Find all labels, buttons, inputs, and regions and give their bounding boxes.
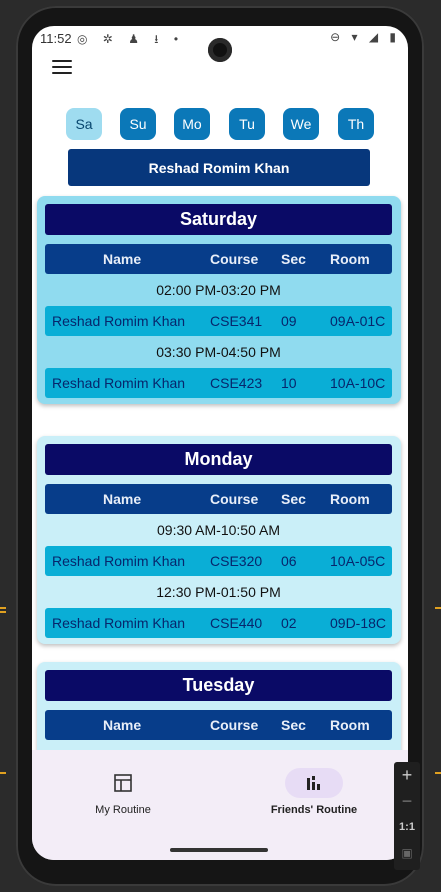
menu-icon[interactable] [52,60,72,76]
column-name: Name [103,491,142,507]
row-sec: 10 [281,375,297,391]
row-sec: 02 [281,615,297,631]
row-room: 09A-01C [330,313,386,329]
column-room: Room [330,717,370,733]
side-marker [0,607,6,609]
row-course: CSE341 [210,313,263,329]
bottom-navigation: My Routine Friends' Routine [32,750,408,860]
class-row[interactable]: Reshad Romim Khan CSE423 10 10A-10C [45,368,392,398]
day-title: Monday [45,444,392,475]
side-marker [435,607,441,609]
column-name: Name [103,251,142,267]
row-name: Reshad Romim Khan [52,615,186,631]
day-chip-we[interactable]: We [283,108,319,140]
zoom-in-icon[interactable]: + [394,762,420,788]
ratio-button[interactable]: 1:1 [394,814,420,840]
side-marker [0,772,6,774]
row-name: Reshad Romim Khan [52,313,186,329]
column-sec: Sec [281,251,306,267]
zoom-out-icon[interactable]: − [394,788,420,814]
gesture-bar[interactable] [170,848,268,852]
column-sec: Sec [281,717,306,733]
time-slot: 02:00 PM-03:20 PM [156,282,281,298]
time-slot: 03:30 PM-04:50 PM [156,344,281,360]
day-card-monday: Monday Name Course Sec Room 09:30 AM-10:… [37,436,401,644]
row-sec: 06 [281,553,297,569]
day-chip-th[interactable]: Th [338,108,374,140]
column-header: Name Course Sec Room [45,484,392,514]
row-name: Reshad Romim Khan [52,553,186,569]
class-row[interactable]: Reshad Romim Khan CSE440 02 09D-18C [45,608,392,638]
class-row[interactable]: Reshad Romim Khan CSE320 06 10A-05C [45,546,392,576]
nav-label: My Routine [95,804,151,816]
row-course: CSE320 [210,553,263,569]
row-sec: 09 [281,313,297,329]
row-name: Reshad Romim Khan [52,375,186,391]
row-course: CSE423 [210,375,263,391]
emulator-toolbar: + − 1:1 ▣ [394,762,420,870]
row-room: 10A-10C [330,375,386,391]
app-screen: 11:52 ◎ ✲ ♟ ⭳ • ⊖ ▾ ◢ ▮ Sa Su Mo Tu We T… [32,26,408,860]
side-marker [0,611,6,613]
day-title: Saturday [45,204,392,235]
nav-label: Friends' Routine [270,804,358,816]
day-card-saturday: Saturday Name Course Sec Room 02:00 PM-0… [37,196,401,404]
routine-list[interactable]: Saturday Name Course Sec Room 02:00 PM-0… [32,194,408,750]
row-room: 10A-05C [330,553,386,569]
friend-name-button[interactable]: Reshad Romim Khan [68,149,370,186]
camera-icon [208,38,232,62]
column-course: Course [210,251,259,267]
day-title: Tuesday [45,670,392,701]
screenshot-icon[interactable]: ▣ [394,840,420,866]
day-card-tuesday: Tuesday Name Course Sec Room [37,662,401,750]
column-course: Course [210,491,259,507]
column-name: Name [103,717,142,733]
column-course: Course [210,717,259,733]
column-header: Name Course Sec Room [45,244,392,274]
status-time: 11:52 [40,31,72,46]
nav-my-routine[interactable]: My Routine [48,768,198,828]
column-room: Room [330,251,370,267]
status-notification-icons: ◎ ✲ ♟ ⭳ • [77,32,185,46]
day-chip-mo[interactable]: Mo [174,108,210,140]
day-chip-su[interactable]: Su [120,108,156,140]
time-slot: 12:30 PM-01:50 PM [156,584,281,600]
column-header: Name Course Sec Room [45,710,392,740]
time-slot: 09:30 AM-10:50 AM [157,522,280,538]
table-icon [94,768,152,798]
day-chip-tu[interactable]: Tu [229,108,265,140]
row-course: CSE440 [210,615,263,631]
side-marker [435,772,441,774]
status-system-icons: ⊖ ▾ ◢ ▮ [330,30,400,44]
class-row[interactable]: Reshad Romim Khan CSE341 09 09A-01C [45,306,392,336]
column-room: Room [330,491,370,507]
nav-friends-routine[interactable]: Friends' Routine [239,768,389,828]
friends-chart-icon [285,768,343,798]
column-sec: Sec [281,491,306,507]
row-room: 09D-18C [330,615,387,631]
day-chip-sa[interactable]: Sa [66,108,102,140]
day-selector: Sa Su Mo Tu We Th [66,108,386,140]
